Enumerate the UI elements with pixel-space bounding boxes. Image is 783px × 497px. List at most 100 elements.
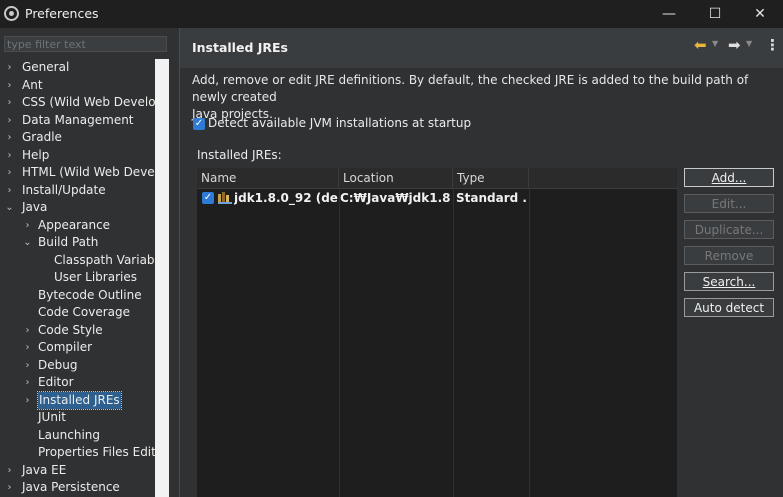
detect-jvm-label[interactable]: Detect available JVM installations at st…: [208, 116, 471, 130]
tree-item[interactable]: › Appearance: [0, 217, 155, 234]
tree-item-label: CSS (Wild Web Develop: [22, 95, 155, 109]
description-line-1: Add, remove or edit JRE definitions. By …: [192, 73, 749, 104]
forward-arrow-icon[interactable]: ➡: [728, 36, 741, 54]
tree-item-label: Editor: [38, 375, 74, 389]
auto-detect-button[interactable]: Auto detect: [684, 298, 774, 317]
detect-jvm-checkbox[interactable]: ✓: [193, 118, 205, 130]
preferences-tree: › General › Ant › CSS (Wild Web Develop › Data …: [0, 59, 155, 497]
column-header-name[interactable]: Name: [197, 168, 339, 188]
chevron-right-icon[interactable]: ›: [5, 112, 14, 129]
tree-item[interactable]: User Libraries: [0, 269, 155, 286]
chevron-right-icon[interactable]: ›: [5, 479, 14, 496]
chevron-right-icon[interactable]: ›: [5, 462, 14, 479]
tree-item-label: Appearance: [38, 217, 111, 232]
duplicate-button[interactable]: Duplicate...: [684, 220, 774, 239]
minimize-button[interactable]: —: [646, 0, 692, 28]
chevron-right-icon[interactable]: ›: [5, 147, 14, 164]
tree-scrollbar[interactable]: [155, 59, 169, 497]
tree-item-label: Java: [22, 200, 48, 214]
tree-item[interactable]: › Install/Update: [0, 182, 155, 199]
tree-item[interactable]: ⌄ Build Path: [0, 234, 155, 251]
view-menu-icon[interactable]: ⋮: [765, 36, 780, 54]
close-button[interactable]: ✕: [737, 0, 783, 28]
tree-item[interactable]: › Compiler: [0, 339, 155, 356]
tree-item[interactable]: Properties Files Editor: [0, 444, 155, 461]
column-header-location[interactable]: Location: [339, 168, 453, 188]
chevron-right-icon[interactable]: ›: [23, 357, 32, 374]
eclipse-app-icon: [4, 6, 19, 21]
tree-item[interactable]: Bytecode Outline: [0, 287, 155, 304]
tree-item-label: Code Coverage: [38, 305, 131, 319]
tree-item-label: Java Persistence: [22, 480, 120, 494]
chevron-right-icon[interactable]: ›: [5, 94, 14, 111]
tree-item-label: Debug: [38, 357, 78, 372]
tree-item[interactable]: Classpath Variable: [0, 252, 155, 269]
column-header-type[interactable]: Type: [453, 168, 529, 188]
tree-item[interactable]: › General: [0, 59, 155, 76]
tree-item-label: Bytecode Outline: [38, 287, 142, 302]
chevron-right-icon[interactable]: ›: [5, 182, 14, 199]
filter-input[interactable]: type filter text: [4, 36, 167, 52]
tree-item[interactable]: › Help: [0, 147, 155, 164]
chevron-right-icon[interactable]: ›: [5, 59, 14, 76]
chevron-right-icon[interactable]: ›: [23, 392, 32, 409]
tree-item-label: Install/Update: [22, 182, 106, 197]
tree-item[interactable]: › Debug: [0, 357, 155, 374]
preferences-navigation: type filter text › General › Ant › CSS (Wild …: [0, 28, 179, 497]
tree-item-label: Data Management: [22, 112, 134, 127]
installed-jres-label: Installed JREs:: [197, 148, 282, 162]
tree-item[interactable]: Launching: [0, 427, 155, 444]
tree-item-label: Classpath Variable: [54, 252, 155, 267]
tree-item[interactable]: ⌄ Java: [0, 199, 155, 216]
column-separator: [529, 188, 530, 497]
page-title: Installed JREs: [192, 40, 289, 55]
tree-item[interactable]: › Code Style: [0, 322, 155, 339]
back-dropdown-icon[interactable]: ▼: [712, 39, 718, 48]
table-header: Name Location Type: [197, 168, 677, 189]
search-button[interactable]: Search...: [684, 272, 774, 291]
chevron-right-icon[interactable]: ›: [23, 322, 32, 339]
chevron-down-icon[interactable]: ⌄: [23, 234, 32, 251]
tree-item[interactable]: › Editor: [0, 374, 155, 391]
edit-button[interactable]: Edit...: [684, 194, 774, 213]
default-jre-checkbox[interactable]: ✓: [202, 192, 214, 204]
tree-scrollbar-thumb[interactable]: [155, 59, 169, 497]
maximize-button[interactable]: ☐: [692, 0, 738, 28]
tree-item-label: Properties Files Editor: [38, 445, 155, 459]
tree-item-label: Code Style: [38, 322, 103, 337]
tree-item-label: Java EE: [22, 462, 67, 477]
remove-button[interactable]: Remove: [684, 246, 774, 265]
tree-item-label: HTML (Wild Web Develo: [22, 165, 155, 179]
tree-item[interactable]: › Gradle: [0, 129, 155, 146]
add-button-label: Add...: [711, 171, 747, 185]
preference-page: Installed JREs ⬅ ▼ ➡ ▼ ⋮ Add, remove or …: [180, 28, 783, 497]
jre-name-cell: jdk1.8.0_92 (def...: [234, 191, 338, 205]
tree-item-label: General: [22, 60, 70, 74]
table-row[interactable]: ✓ jdk1.8.0_92 (def... C:₩Java₩jdk1.8.0..…: [197, 189, 677, 207]
chevron-down-icon[interactable]: ⌄: [5, 199, 14, 216]
tree-item[interactable]: › HTML (Wild Web Develo: [0, 164, 156, 181]
chevron-right-icon[interactable]: ›: [5, 164, 14, 181]
tree-item[interactable]: Code Coverage: [0, 304, 155, 321]
tree-item-label: Installed JREs: [37, 390, 122, 410]
chevron-right-icon[interactable]: ›: [5, 77, 14, 94]
tree-item[interactable]: › Java Persistence: [0, 479, 155, 496]
chevron-right-icon[interactable]: ›: [23, 217, 32, 234]
jre-type-cell: Standard ...: [456, 191, 526, 205]
tree-item[interactable]: › Installed JREs: [0, 390, 155, 410]
tree-item[interactable]: JUnit: [0, 409, 155, 426]
chevron-right-icon[interactable]: ›: [23, 374, 32, 391]
back-arrow-icon[interactable]: ⬅: [694, 36, 707, 54]
tree-item[interactable]: › CSS (Wild Web Develop: [0, 94, 156, 111]
tree-item-label: Help: [22, 147, 50, 162]
forward-dropdown-icon[interactable]: ▼: [746, 39, 752, 48]
installed-jres-table[interactable]: Name Location Type ✓ jdk1.8.0_92 (def...…: [197, 168, 677, 497]
page-header: Installed JREs ⬅ ▼ ➡ ▼ ⋮: [180, 28, 783, 68]
tree-item[interactable]: › Ant: [0, 77, 155, 94]
chevron-right-icon[interactable]: ›: [23, 339, 32, 356]
add-button[interactable]: Add...: [684, 168, 774, 187]
tree-item[interactable]: › Java EE: [0, 462, 155, 479]
tree-item[interactable]: › Data Management: [0, 112, 155, 129]
column-separator: [339, 188, 340, 497]
chevron-right-icon[interactable]: ›: [5, 129, 14, 146]
